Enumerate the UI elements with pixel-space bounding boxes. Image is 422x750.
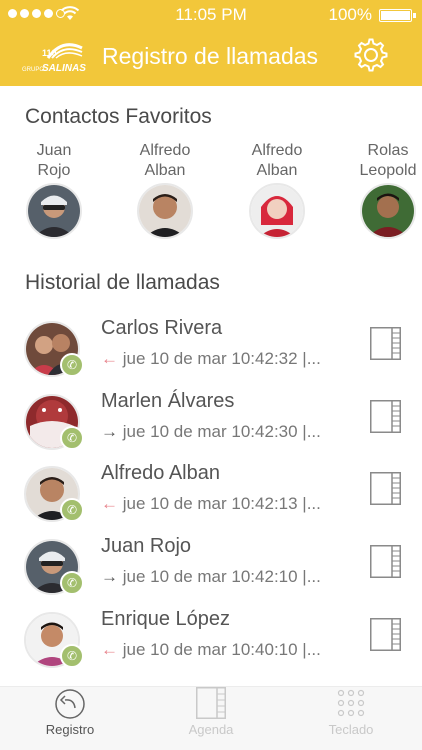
call-list-item[interactable]: ✆ Enrique López ← jue 10 de mar 10:40:10… — [0, 608, 422, 680]
avatar — [249, 183, 305, 239]
phone-icon: ✆ — [60, 644, 84, 668]
agenda-book-icon[interactable] — [370, 400, 401, 433]
call-detail: ← jue 10 de mar 10:42:13 |... — [101, 494, 351, 514]
svg-text:SALINAS: SALINAS — [42, 63, 86, 74]
favorites-list: Juan Rojo Alfredo Alban Alfredo Alban Rolas… — [0, 141, 422, 251]
agenda-book-icon[interactable] — [370, 327, 401, 360]
tab-label: Agenda — [188, 722, 234, 737]
outgoing-arrow-icon: → — [101, 422, 118, 441]
tab-teclado[interactable]: Teclado — [291, 687, 411, 750]
caller-name: Juan Rojo — [101, 535, 192, 557]
grupo-salinas-logo: 110 GRUPO SALINAS — [20, 36, 90, 76]
caller-name: Marlen Álvares — [101, 390, 235, 412]
avatar — [360, 183, 416, 239]
call-timestamp: jue 10 de mar 10:42:10 |... — [118, 567, 321, 586]
call-detail: ← jue 10 de mar 10:40:10 |... — [101, 640, 351, 660]
call-list-item[interactable]: ✆ Juan Rojo → jue 10 de mar 10:42:10 |..… — [0, 535, 422, 607]
favorite-last-name: Alban — [256, 162, 298, 179]
phone-icon: ✆ — [60, 498, 84, 522]
app-header: 11:05 PM 100% 110 GRUPO SALINAS Registro… — [0, 0, 422, 86]
avatar — [26, 183, 82, 239]
settings-gear-icon[interactable] — [354, 38, 388, 72]
tab-agenda[interactable]: Agenda — [151, 687, 271, 750]
call-list-item[interactable]: ✆ Carlos Rivera ← jue 10 de mar 10:42:32… — [0, 317, 422, 389]
agenda-book-icon[interactable] — [370, 472, 401, 505]
call-timestamp: jue 10 de mar 10:42:13 |... — [118, 494, 321, 513]
favorite-first-name: Alfredo — [251, 142, 303, 159]
favorite-first-name: Juan — [36, 142, 72, 159]
svg-text:GRUPO: GRUPO — [22, 67, 44, 73]
battery-icon — [379, 9, 416, 22]
caller-name: Alfredo Alban — [101, 462, 220, 484]
favorite-first-name: Alfredo — [139, 142, 191, 159]
caller-name: Enrique López — [101, 608, 230, 630]
tab-label: Teclado — [328, 722, 374, 737]
call-detail: → jue 10 de mar 10:42:10 |... — [101, 567, 351, 587]
favorite-first-name: Rolas — [367, 142, 409, 159]
status-bar: 11:05 PM 100% — [0, 0, 422, 28]
avatar — [137, 183, 193, 239]
page-title: Registro de llamadas — [102, 43, 319, 69]
tab-label: Registro — [45, 722, 95, 737]
call-detail: → jue 10 de mar 10:42:30 |... — [101, 422, 351, 442]
favorite-last-name: Rojo — [37, 162, 71, 179]
favorite-contact[interactable]: Rolas Leopold — [343, 141, 422, 239]
favorite-last-name: Alban — [144, 162, 186, 179]
call-timestamp: jue 10 de mar 10:40:10 |... — [118, 640, 321, 659]
history-icon — [55, 689, 85, 719]
incoming-arrow-icon: ← — [101, 349, 118, 368]
favorite-contact[interactable]: Juan Rojo — [9, 141, 99, 239]
incoming-arrow-icon: ← — [101, 494, 118, 513]
phone-icon: ✆ — [60, 426, 84, 450]
favorite-contact[interactable]: Alfredo Alban — [232, 141, 322, 239]
agenda-icon — [196, 687, 226, 719]
call-list-item[interactable]: ✆ Alfredo Alban ← jue 10 de mar 10:42:13… — [0, 462, 422, 534]
svg-text:110: 110 — [42, 48, 57, 58]
call-list-item[interactable]: ✆ Marlen Álvares → jue 10 de mar 10:42:3… — [0, 390, 422, 462]
favorite-contact[interactable]: Alfredo Alban — [120, 141, 210, 239]
outgoing-arrow-icon: → — [101, 567, 118, 586]
call-timestamp: jue 10 de mar 10:42:32 |... — [118, 349, 321, 368]
favorites-title: Contactos Favoritos — [25, 105, 212, 128]
phone-icon: ✆ — [60, 571, 84, 595]
tab-bar: Registro Agenda Teclado — [0, 686, 422, 750]
favorite-last-name: Leopold — [359, 162, 417, 179]
caller-name: Carlos Rivera — [101, 317, 223, 339]
incoming-arrow-icon: ← — [101, 640, 118, 659]
call-detail: ← jue 10 de mar 10:42:32 |... — [101, 349, 351, 369]
call-timestamp: jue 10 de mar 10:42:30 |... — [118, 422, 321, 441]
history-title: Historial de llamadas — [25, 271, 220, 294]
agenda-book-icon[interactable] — [370, 545, 401, 578]
battery-label: 100% — [328, 5, 372, 24]
tab-registro[interactable]: Registro — [10, 687, 130, 750]
phone-icon: ✆ — [60, 353, 84, 377]
keypad-icon — [337, 689, 365, 717]
agenda-book-icon[interactable] — [370, 618, 401, 651]
